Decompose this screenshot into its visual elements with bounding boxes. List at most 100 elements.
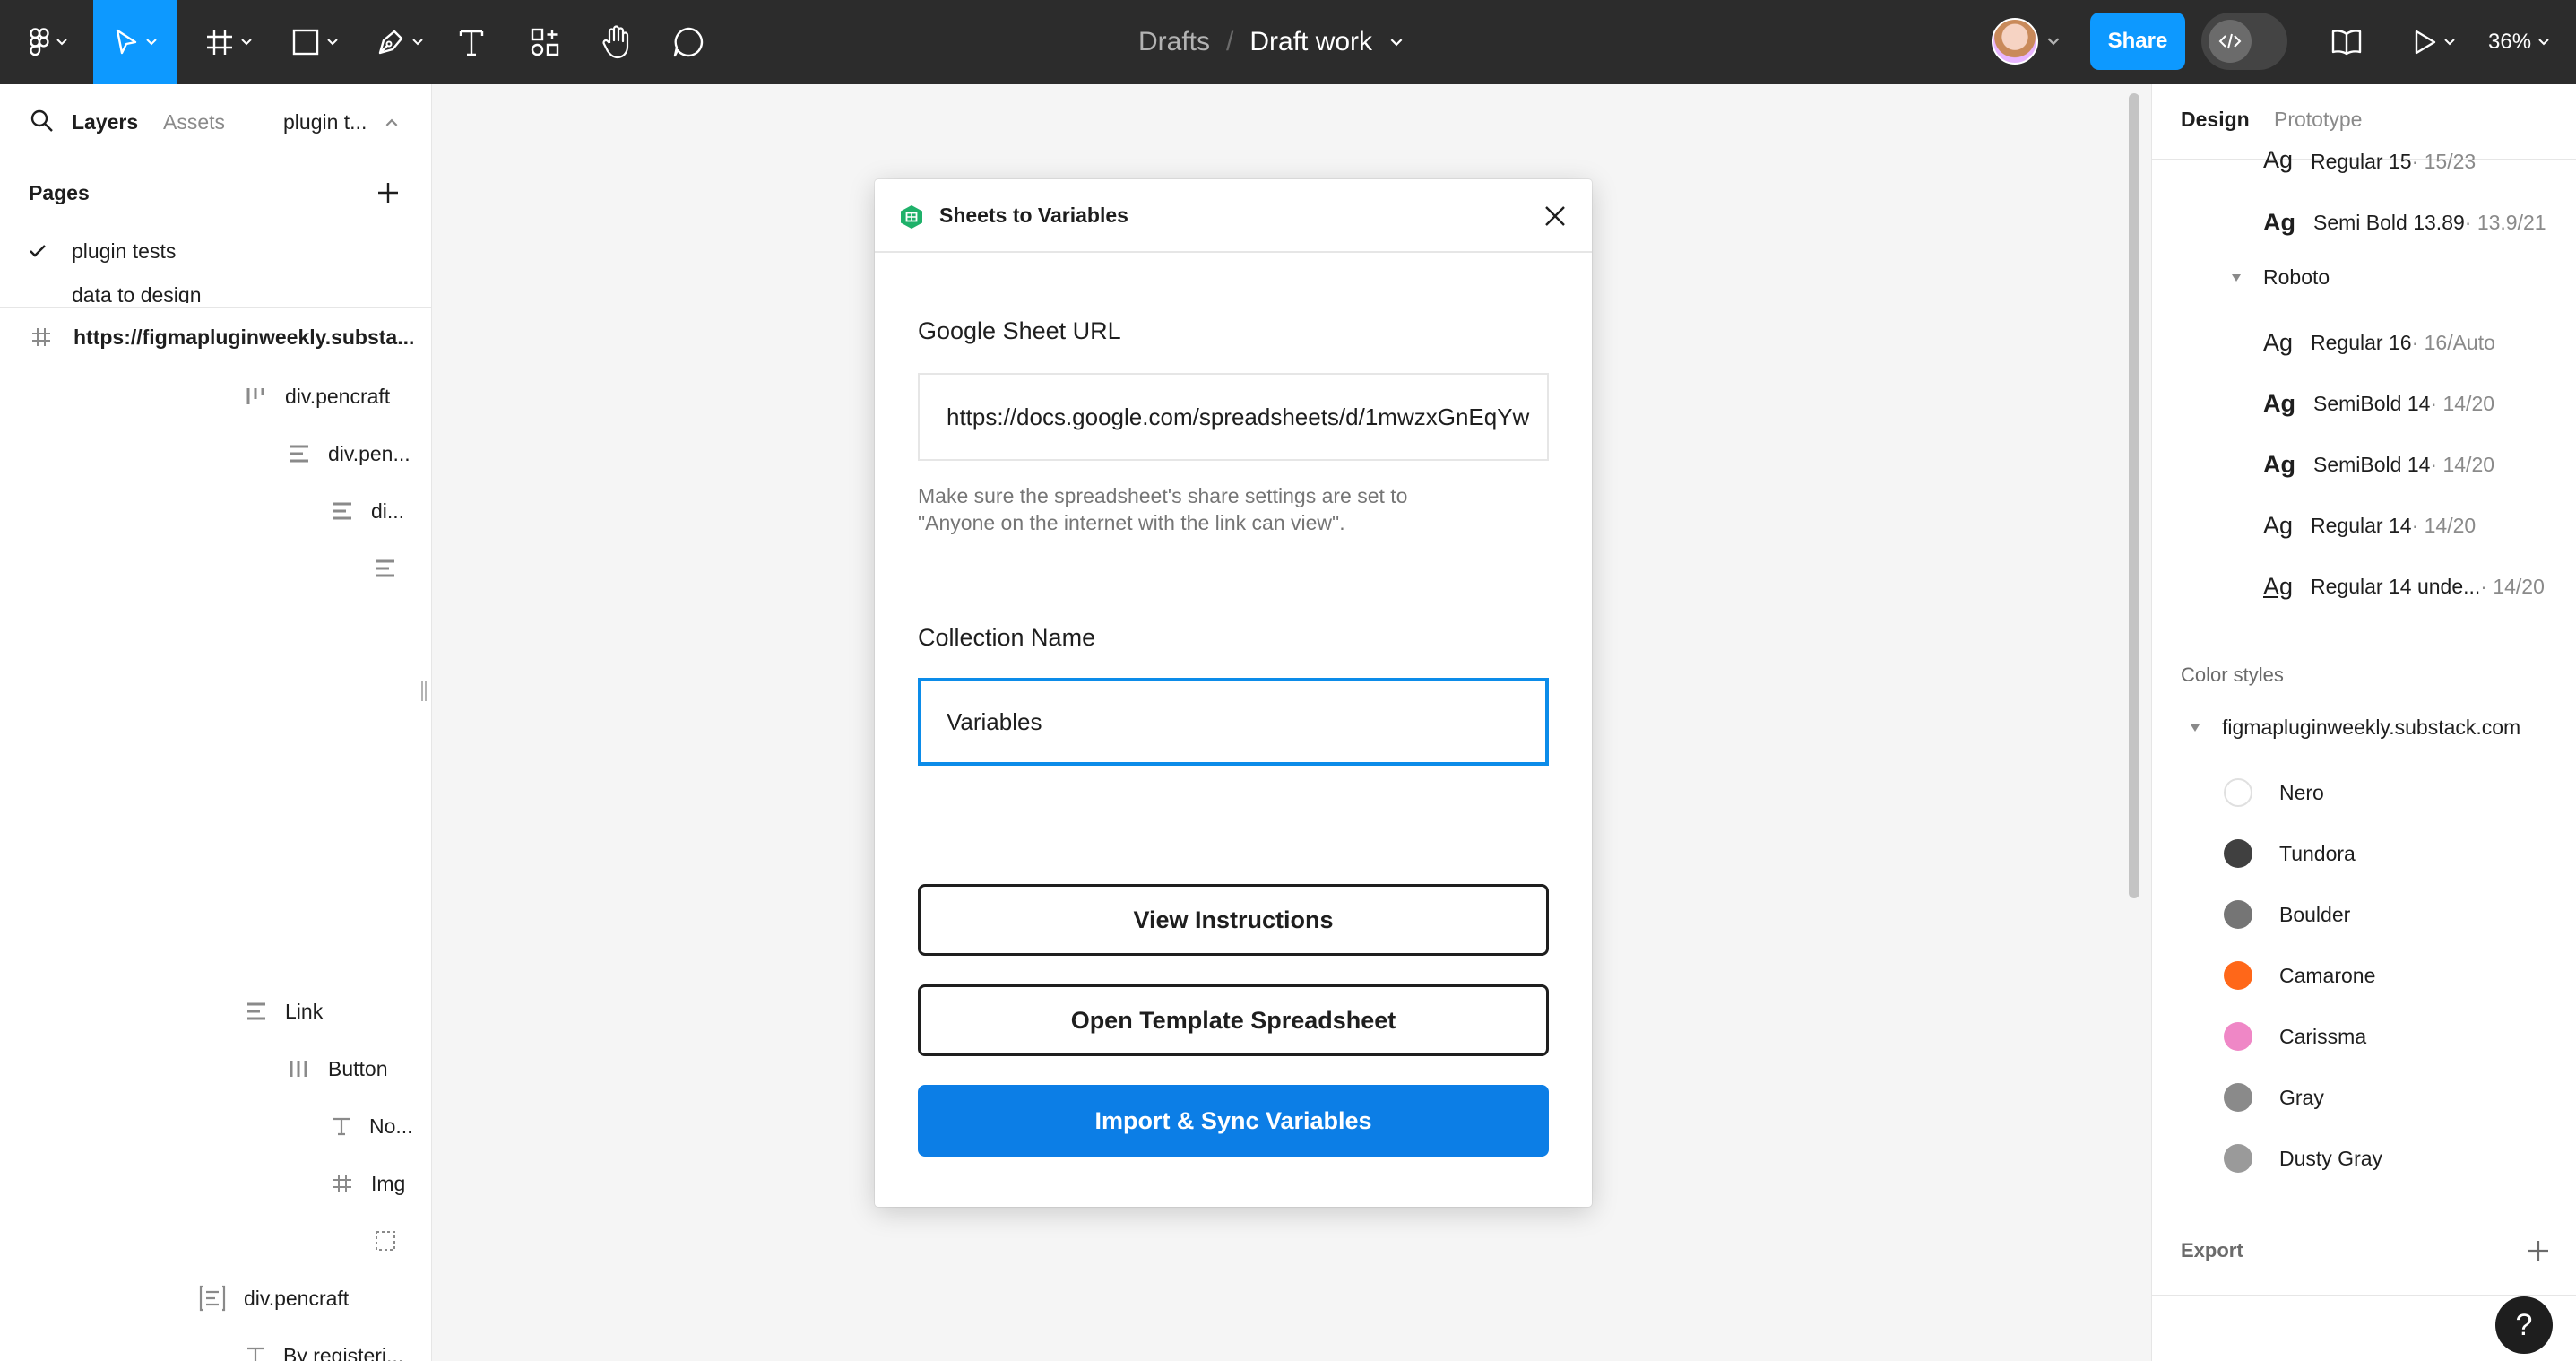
text-style-meta: · 13.9/21 xyxy=(2464,210,2546,234)
text-style-preview: Ag xyxy=(2263,389,2295,417)
layer-row[interactable]: div.pen... xyxy=(289,436,411,472)
library-button[interactable] xyxy=(2327,0,2366,84)
sheet-url-input[interactable]: https://docs.google.com/spreadsheets/d/1… xyxy=(918,373,1549,461)
chevron-down-icon xyxy=(412,39,423,46)
layer-row[interactable]: No... xyxy=(332,1108,413,1144)
color-swatch xyxy=(2224,1144,2252,1173)
text-style-meta: · 16/Auto xyxy=(2411,330,2495,354)
color-style-item[interactable]: Carissma xyxy=(2224,1019,2366,1054)
layer-label: By registeri... xyxy=(283,1343,404,1361)
resources-button[interactable] xyxy=(525,0,565,84)
text-layer-icon xyxy=(332,1116,351,1136)
add-export-icon[interactable] xyxy=(2527,1239,2550,1262)
tab-assets[interactable]: Assets xyxy=(163,110,225,134)
color-style-item[interactable]: Camarone xyxy=(2224,958,2375,993)
text-style-preview: Ag xyxy=(2263,450,2295,478)
page-item-plugin-tests[interactable]: plugin tests xyxy=(29,233,176,269)
layer-label: div.pen... xyxy=(328,441,411,465)
search-icon[interactable] xyxy=(30,109,54,133)
layer-label: Link xyxy=(285,999,324,1023)
panel-resize-handle[interactable] xyxy=(421,681,427,701)
file-name[interactable]: Draft work xyxy=(1249,27,1372,57)
page-switcher[interactable]: plugin t... xyxy=(283,110,367,134)
move-tool-button[interactable] xyxy=(93,0,177,84)
canvas-scrollbar[interactable] xyxy=(2129,93,2139,898)
layer-row[interactable]: https://figmapluginweekly.substa... xyxy=(30,319,414,355)
layer-row[interactable]: div.pencraft xyxy=(246,378,390,414)
figma-menu-button[interactable] xyxy=(22,0,75,84)
breadcrumb-drafts[interactable]: Drafts xyxy=(1138,27,1210,57)
text-style-item[interactable]: Ag Regular 16 · 16/Auto xyxy=(2263,325,2495,360)
color-swatch xyxy=(2224,839,2252,868)
layer-label: https://figmapluginweekly.substa... xyxy=(73,325,415,349)
shape-tool-icon xyxy=(292,29,319,56)
layer-label: di... xyxy=(371,498,405,523)
hand-tool-icon xyxy=(602,25,629,59)
layer-row[interactable]: di... xyxy=(332,493,404,529)
text-style-item[interactable]: Ag Semi Bold 13.89 · 13.9/21 xyxy=(2263,204,2546,240)
text-style-item[interactable]: Ag SemiBold 14 · 14/20 xyxy=(2263,386,2494,421)
layer-row[interactable]: Link xyxy=(246,993,323,1029)
tab-prototype[interactable]: Prototype xyxy=(2274,108,2362,132)
shape-tool-button[interactable] xyxy=(285,0,344,84)
close-icon[interactable] xyxy=(1543,204,1567,228)
add-page-icon[interactable] xyxy=(376,181,400,204)
import-sync-button[interactable]: Import & Sync Variables xyxy=(918,1085,1549,1157)
plugin-header[interactable]: Sheets to Variables xyxy=(875,179,1592,253)
layer-row[interactable] xyxy=(375,1223,396,1259)
zoom-control[interactable]: 36% xyxy=(2488,0,2549,84)
tab-design[interactable]: Design xyxy=(2181,108,2250,132)
color-style-item[interactable]: Gray xyxy=(2224,1079,2324,1115)
autolayout-icon xyxy=(332,501,353,521)
layer-row[interactable]: By registeri... xyxy=(246,1338,403,1361)
group-label: figmapluginweekly.substack.com xyxy=(2222,715,2521,739)
layer-row[interactable]: div.pencraft xyxy=(199,1280,349,1316)
export-title: Export xyxy=(2181,1239,2243,1261)
layer-row[interactable]: Img xyxy=(332,1166,405,1201)
divider xyxy=(0,307,431,308)
comment-tool-button[interactable] xyxy=(669,0,708,84)
color-style-name: Dusty Gray xyxy=(2279,1146,2383,1170)
color-style-item[interactable]: Tundora xyxy=(2224,836,2356,871)
layer-label: div.pencraft xyxy=(244,1286,350,1310)
plugin-title: Sheets to Variables xyxy=(939,203,1128,227)
text-style-group-roboto[interactable]: Roboto xyxy=(2231,265,2330,290)
sheets-plugin-icon xyxy=(901,205,922,229)
move-tool-icon xyxy=(116,29,137,55)
collection-name-input[interactable]: Variables xyxy=(918,678,1549,766)
present-button[interactable] xyxy=(2407,0,2461,84)
color-style-item[interactable]: Nero xyxy=(2224,775,2324,811)
text-tool-button[interactable] xyxy=(454,0,489,84)
dashed-frame-icon xyxy=(375,1230,396,1252)
page-item-data-to-design[interactable]: data to design xyxy=(72,283,202,303)
help-button[interactable]: ? xyxy=(2495,1296,2553,1354)
text-style-item[interactable]: Ag Regular 15 · 15/23 xyxy=(2263,145,2476,174)
text-style-item[interactable]: Ag SemiBold 14 · 14/20 xyxy=(2263,446,2494,482)
zoom-level: 36% xyxy=(2488,30,2532,54)
layer-label: Img xyxy=(371,1171,406,1195)
color-style-name: Tundora xyxy=(2279,841,2356,865)
hand-tool-button[interactable] xyxy=(595,0,638,84)
breadcrumb: Drafts / Draft work xyxy=(1138,0,1403,84)
layer-row[interactable]: Button xyxy=(289,1051,388,1087)
comment-icon xyxy=(673,27,704,57)
autolayout-icon xyxy=(246,1001,267,1021)
share-button[interactable]: Share xyxy=(2090,13,2185,70)
color-style-item[interactable]: Boulder xyxy=(2224,897,2350,932)
dev-mode-toggle[interactable] xyxy=(2201,13,2287,70)
chevron-down-icon[interactable] xyxy=(1390,38,1403,47)
chevron-down-icon[interactable] xyxy=(2047,38,2060,46)
color-style-item[interactable]: Dusty Gray xyxy=(2224,1140,2382,1176)
view-instructions-button[interactable]: View Instructions xyxy=(918,884,1549,956)
sheet-url-label: Google Sheet URL xyxy=(918,317,1121,344)
color-style-group[interactable]: figmapluginweekly.substack.com xyxy=(2190,715,2520,740)
tab-layers[interactable]: Layers xyxy=(72,110,138,134)
open-template-button[interactable]: Open Template Spreadsheet xyxy=(918,984,1549,1056)
text-style-item[interactable]: Ag Regular 14 unde... · 14/20 xyxy=(2263,568,2545,604)
avatar[interactable] xyxy=(1992,18,2038,65)
pen-tool-button[interactable] xyxy=(369,0,430,84)
text-style-item[interactable]: Ag Regular 14 · 14/20 xyxy=(2263,507,2476,543)
chevron-up-icon[interactable] xyxy=(385,118,398,126)
layer-row[interactable] xyxy=(375,550,396,586)
frame-tool-button[interactable] xyxy=(197,0,260,84)
